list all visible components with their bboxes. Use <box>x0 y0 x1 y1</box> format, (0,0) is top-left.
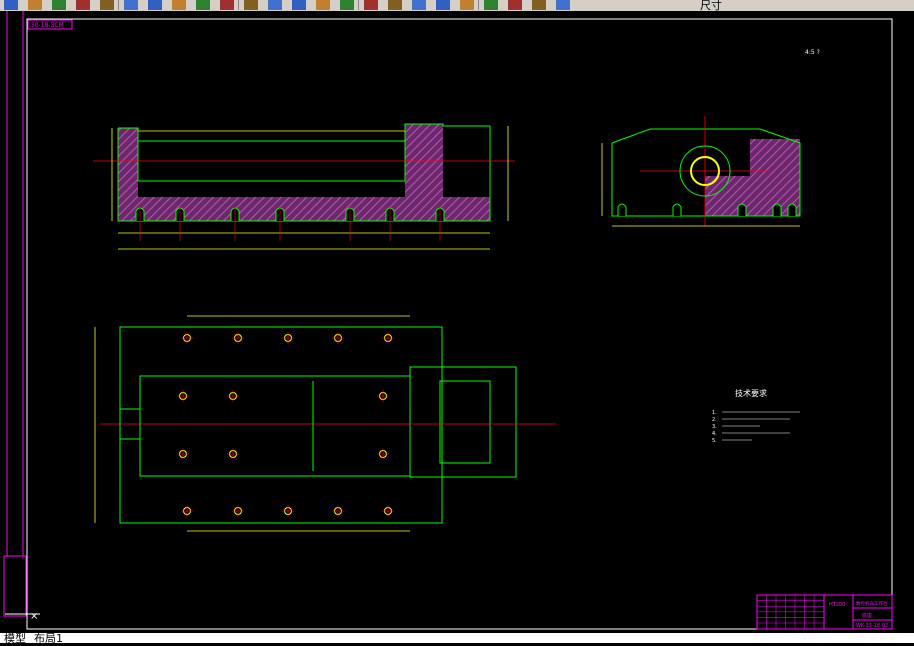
zoom-realtime-icon[interactable] <box>292 0 306 10</box>
tab-model[interactable]: 模型 <box>4 630 26 646</box>
sheet-border <box>26 18 893 630</box>
ucs-x-label: × <box>30 611 38 622</box>
toolbar-separator <box>478 0 479 10</box>
title-block: HT200 数控机床工作台 底座 WK-33-18-02 <box>756 594 893 630</box>
zoom-window-icon[interactable] <box>316 0 330 10</box>
plan-inner <box>139 375 411 477</box>
side-t-slot <box>617 203 627 216</box>
tech-requirements: 技术要求 1. 2. 3. 4. 5. <box>712 388 800 444</box>
ucs-panel <box>3 555 27 617</box>
title-block-part-name: 数控机床工作台 <box>856 600 888 607</box>
toolbar-separator <box>238 0 239 10</box>
side-t-slot <box>672 203 682 216</box>
tech-req-2: 2. <box>712 417 717 423</box>
markup-icon[interactable] <box>460 0 474 10</box>
frame-tag: 30-18-3CM <box>31 22 64 29</box>
title-block-material: HT200 <box>829 602 845 608</box>
save-icon[interactable] <box>28 0 42 10</box>
ucs-icon: × <box>3 555 40 622</box>
plan-right-box <box>409 366 517 478</box>
open-icon[interactable] <box>4 0 18 10</box>
publish-icon[interactable] <box>100 0 114 10</box>
design-center-icon[interactable] <box>388 0 402 10</box>
front-section-hatch <box>118 197 490 221</box>
tech-req-3: 3. <box>712 424 717 430</box>
layer-state-icon[interactable] <box>556 0 570 10</box>
tech-req-5: 5. <box>712 438 717 444</box>
plan-outer <box>119 326 443 524</box>
match-properties-icon[interactable] <box>196 0 210 10</box>
tool-palettes-icon[interactable] <box>412 0 426 10</box>
print-icon[interactable] <box>52 0 66 10</box>
plan-view <box>94 315 556 532</box>
toolbar-separator <box>358 0 359 10</box>
help-icon[interactable] <box>508 0 522 10</box>
undo-icon[interactable] <box>220 0 234 10</box>
quickcalc-icon[interactable] <box>484 0 498 10</box>
toolbar-separator <box>118 0 119 10</box>
title-block-label: 底座 <box>862 612 872 619</box>
pan-icon[interactable] <box>268 0 282 10</box>
tab-layout[interactable]: 布局1 <box>34 630 63 646</box>
redo-icon[interactable] <box>244 0 258 10</box>
sheet-set-icon[interactable] <box>436 0 450 10</box>
scale-note: 4:5 ? <box>805 49 820 56</box>
paste-icon[interactable] <box>172 0 186 10</box>
front-section-hatch-left <box>118 128 138 198</box>
toolbar: 尺寸 <box>0 0 914 11</box>
front-section-view <box>93 123 515 250</box>
side-t-slot <box>737 203 747 216</box>
tech-requirements-title: 技术要求 <box>735 388 767 398</box>
copy-icon[interactable] <box>148 0 162 10</box>
side-view <box>601 116 801 227</box>
side-t-slot <box>772 203 782 216</box>
tech-req-1: 1. <box>712 410 717 416</box>
drawing-canvas[interactable]: 30-18-3CM 4:5 ? 技术要求 1. 2. 3. 4. 5. HT20… <box>0 11 914 633</box>
layer-manager-icon[interactable] <box>532 0 546 10</box>
cut-icon[interactable] <box>124 0 138 10</box>
layout-tabs: 模型 布局1 <box>0 630 914 646</box>
side-t-slot <box>787 203 797 216</box>
plan-right-inner <box>439 380 491 464</box>
tech-req-4: 4. <box>712 431 717 437</box>
plot-preview-icon[interactable] <box>76 0 90 10</box>
text-style-label[interactable]: 尺寸 <box>700 0 722 11</box>
properties-icon[interactable] <box>364 0 378 10</box>
title-block-number: WK-33-18-02 <box>856 623 888 629</box>
zoom-previous-icon[interactable] <box>340 0 354 10</box>
